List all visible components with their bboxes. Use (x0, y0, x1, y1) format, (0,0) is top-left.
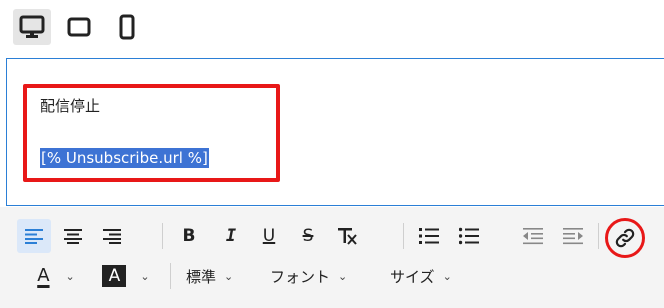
highlight-box (23, 84, 280, 182)
font-family-label: フォント (270, 267, 331, 286)
desktop-icon (19, 15, 45, 38)
italic-button[interactable]: I (214, 219, 248, 253)
toolbar-divider (598, 223, 599, 249)
bold-button[interactable]: B (172, 219, 206, 253)
underline-icon: U (262, 225, 276, 246)
mobile-icon (119, 14, 135, 40)
italic-icon: I (225, 225, 237, 246)
outdent-icon (523, 228, 543, 245)
ordered-list-button[interactable] (412, 219, 446, 253)
formatting-toolbar: B I U S A ⌄ A ⌄ 標準 ⌄ フォント ⌄ サイズ ⌄ (0, 207, 664, 308)
indent-button[interactable] (556, 219, 590, 253)
ordered-list-icon (419, 228, 439, 244)
chevron-down-icon: ⌄ (65, 269, 75, 283)
chevron-down-icon: ⌄ (338, 269, 348, 283)
background-color-dropdown[interactable]: A ⌄ (95, 259, 157, 293)
chevron-down-icon: ⌄ (224, 269, 234, 283)
strikethrough-button[interactable]: S (291, 219, 325, 253)
toolbar-divider (403, 223, 404, 249)
link-icon (615, 228, 635, 248)
device-preview-bar (0, 0, 664, 56)
strikethrough-icon: S (302, 225, 314, 246)
indent-icon (563, 228, 583, 245)
paragraph-format-label: 標準 (186, 267, 217, 286)
font-size-dropdown[interactable]: サイズ ⌄ (390, 261, 452, 291)
mobile-view-button[interactable] (108, 9, 146, 45)
font-size-label: サイズ (390, 267, 435, 286)
align-center-icon (64, 229, 82, 244)
insert-link-button[interactable] (605, 218, 645, 258)
toolbar-divider (162, 223, 163, 249)
chevron-down-icon: ⌄ (442, 269, 452, 283)
text-color-dropdown[interactable]: A ⌄ (26, 259, 86, 293)
tablet-icon (67, 17, 91, 37)
text-color-icon: A (37, 265, 50, 286)
font-family-dropdown[interactable]: フォント ⌄ (270, 261, 347, 291)
align-center-button[interactable] (56, 219, 90, 253)
outdent-button[interactable] (516, 219, 550, 253)
tablet-view-button[interactable] (60, 9, 98, 45)
align-right-button[interactable] (95, 219, 129, 253)
toolbar-divider (170, 263, 171, 289)
align-left-icon (25, 229, 43, 244)
chevron-down-icon: ⌄ (140, 269, 150, 283)
bullet-list-button[interactable] (452, 219, 486, 253)
bold-icon: B (182, 225, 196, 246)
align-left-button[interactable] (17, 219, 51, 253)
clear-format-button[interactable] (330, 219, 364, 253)
bullet-list-icon (459, 227, 479, 245)
background-color-icon: A (102, 265, 127, 287)
paragraph-format-dropdown[interactable]: 標準 ⌄ (186, 261, 233, 291)
align-right-icon (103, 229, 121, 244)
desktop-view-button[interactable] (13, 9, 51, 45)
clear-format-icon (338, 228, 357, 245)
underline-button[interactable]: U (252, 219, 286, 253)
